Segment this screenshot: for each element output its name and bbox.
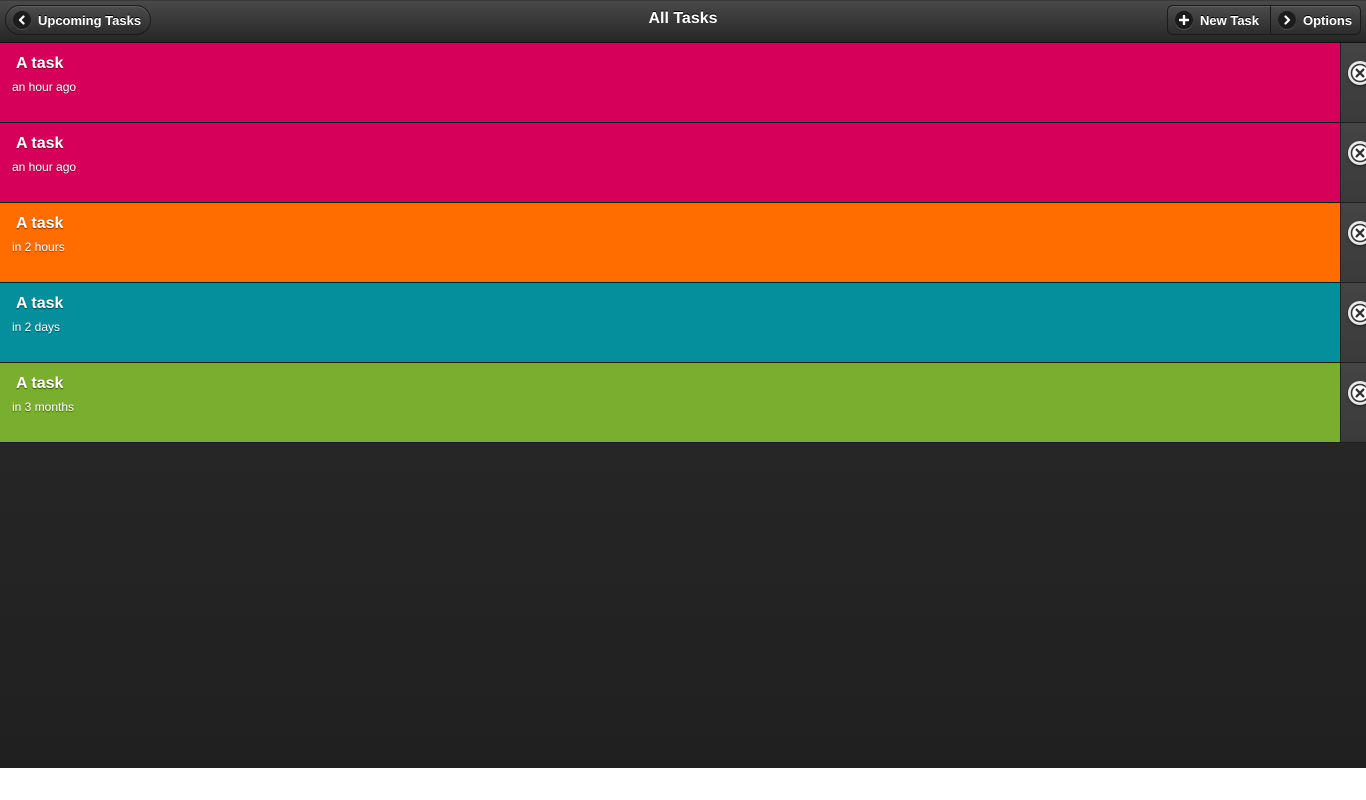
new-task-label: New Task xyxy=(1200,12,1260,28)
task-row: A task in 2 hours xyxy=(0,203,1366,283)
task-due-time: in 2 days xyxy=(12,320,61,334)
task-title: A task xyxy=(16,295,64,312)
close-circle-icon xyxy=(1350,223,1366,243)
task-side-panel xyxy=(1340,43,1366,122)
close-circle-icon xyxy=(1350,143,1366,163)
task-side-panel xyxy=(1340,203,1366,282)
task-side-panel xyxy=(1340,123,1366,202)
task-title: A task xyxy=(16,375,64,392)
task-item[interactable]: A task in 2 hours xyxy=(0,203,1340,282)
close-circle-icon xyxy=(1350,63,1366,83)
new-task-button[interactable]: New Task xyxy=(1167,5,1271,35)
task-row: A task an hour ago xyxy=(0,123,1366,203)
plus-icon xyxy=(1175,11,1193,29)
page-title: All Tasks xyxy=(648,10,718,27)
close-circle-icon xyxy=(1350,383,1366,403)
task-side-panel xyxy=(1340,283,1366,362)
app-screen: Upcoming Tasks All Tasks New Task Option… xyxy=(0,0,1366,768)
task-row: A task in 2 days xyxy=(0,283,1366,363)
task-item[interactable]: A task an hour ago xyxy=(0,43,1340,122)
task-title: A task xyxy=(16,135,64,152)
delete-task-button[interactable] xyxy=(1348,61,1366,85)
delete-task-button[interactable] xyxy=(1348,141,1366,165)
task-item[interactable]: A task an hour ago xyxy=(0,123,1340,202)
task-row: A task an hour ago xyxy=(0,43,1366,123)
task-due-time: an hour ago xyxy=(12,160,77,174)
delete-task-button[interactable] xyxy=(1348,381,1366,405)
options-label: Options xyxy=(1303,12,1353,28)
task-row: A task in 3 months xyxy=(0,363,1366,443)
delete-task-button[interactable] xyxy=(1348,301,1366,325)
delete-task-button[interactable] xyxy=(1348,221,1366,245)
back-button-label: Upcoming Tasks xyxy=(38,12,142,28)
task-due-time: in 2 hours xyxy=(12,240,65,254)
task-title: A task xyxy=(16,55,64,72)
options-button[interactable]: Options xyxy=(1270,5,1361,35)
task-list: A task an hour ago A task an hour ago A … xyxy=(0,43,1366,443)
task-title: A task xyxy=(16,215,64,232)
close-circle-icon xyxy=(1350,303,1366,323)
chevron-left-icon xyxy=(13,11,31,29)
task-due-time: in 3 months xyxy=(12,400,75,414)
chevron-right-icon xyxy=(1278,11,1296,29)
upcoming-tasks-back-button[interactable]: Upcoming Tasks xyxy=(5,5,151,35)
task-item[interactable]: A task in 2 days xyxy=(0,283,1340,362)
task-due-time: an hour ago xyxy=(12,80,77,94)
task-side-panel xyxy=(1340,363,1366,442)
task-item[interactable]: A task in 3 months xyxy=(0,363,1340,442)
header-bar: Upcoming Tasks All Tasks New Task Option… xyxy=(0,0,1366,43)
